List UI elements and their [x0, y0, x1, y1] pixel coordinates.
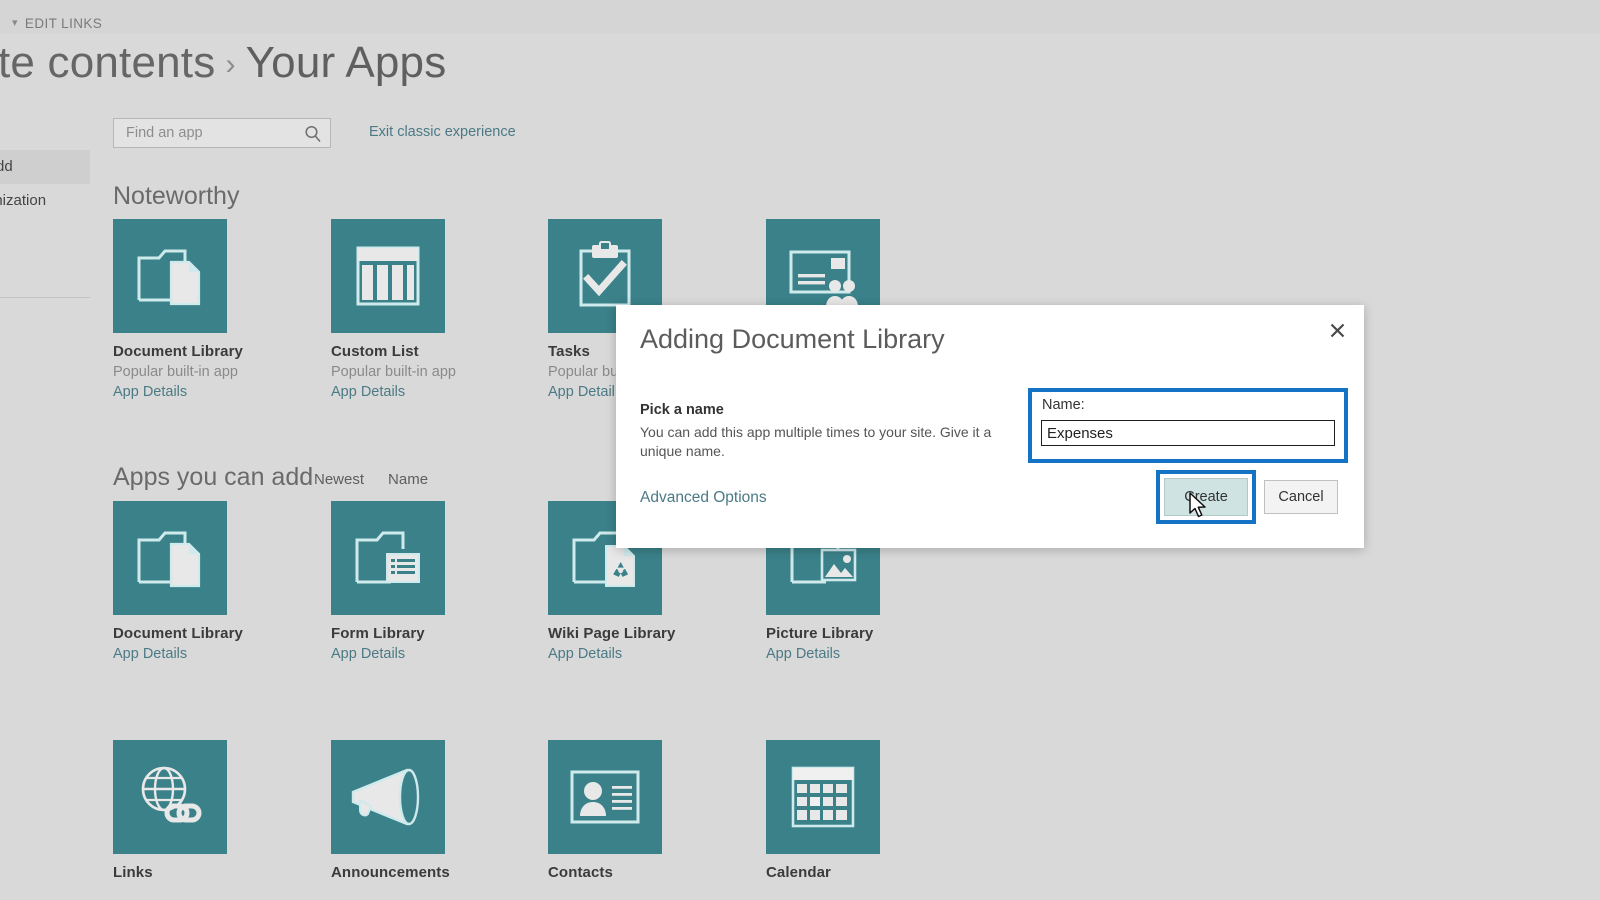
table-columns-icon: [331, 219, 445, 333]
app-tile-document-library-add[interactable]: Document Library App Details: [113, 501, 343, 662]
app-tile-contacts[interactable]: Contacts: [548, 740, 778, 881]
close-icon[interactable]: [1324, 317, 1350, 343]
breadcrumb-parent[interactable]: ite contents: [0, 38, 215, 87]
cancel-button[interactable]: Cancel: [1264, 480, 1338, 514]
edit-links-button[interactable]: ▾ EDIT LINKS: [12, 16, 102, 31]
edit-links-label: EDIT LINKS: [24, 16, 103, 31]
sidebar-item-from-your-organization[interactable]: anization: [0, 184, 90, 218]
pick-a-name-description: You can add this app multiple times to y…: [640, 424, 992, 459]
app-tile-title: Links: [113, 864, 153, 881]
app-tile-title: Wiki Page Library: [548, 625, 676, 642]
advanced-options-link[interactable]: Advanced Options: [640, 489, 767, 507]
app-tile-title: Contacts: [548, 864, 613, 881]
app-tile-title: Form Library: [331, 625, 425, 642]
dialog-title: Adding Document Library: [640, 324, 945, 354]
app-tile-calendar[interactable]: Calendar: [766, 740, 996, 881]
contact-card-icon: [548, 740, 662, 854]
app-tile-title: Custom List: [331, 343, 419, 360]
breadcrumb-separator-icon: ›: [225, 48, 236, 81]
sidebar-divider: [0, 297, 90, 298]
calendar-grid-icon: [766, 740, 880, 854]
app-tile-title: Announcements: [331, 864, 450, 881]
app-tile-form-library[interactable]: Form Library App Details: [331, 501, 561, 662]
app-tile-custom-list[interactable]: Custom List Popular built-in app App Det…: [331, 219, 561, 400]
app-tile-announcements[interactable]: Announcements: [331, 740, 561, 881]
app-details-link[interactable]: App Details: [113, 384, 343, 400]
sort-newest-link[interactable]: Newest: [314, 471, 364, 488]
app-tile-subtitle: Popular built-in app: [113, 364, 238, 380]
breadcrumb: ite contents › Your Apps: [0, 38, 446, 88]
app-tile-document-library[interactable]: Document Library Popular built-in app Ap…: [113, 219, 343, 400]
section-heading-noteworthy: Noteworthy: [113, 182, 240, 210]
name-label: Name:: [1042, 397, 1085, 413]
sort-name-link[interactable]: Name: [388, 471, 428, 488]
sidebar-item-add[interactable]: Add: [0, 150, 90, 184]
pick-a-name-heading: Pick a name: [640, 402, 724, 418]
app-tile-subtitle: Popular built-in app: [331, 364, 456, 380]
section-heading-apps-you-can-add: Apps you can add: [113, 463, 314, 491]
cancel-button-label: Cancel: [1278, 489, 1324, 505]
chevron-down-icon: ▾: [12, 17, 18, 29]
left-navigation: Add anization: [0, 150, 90, 218]
app-details-link[interactable]: App Details: [548, 646, 778, 662]
app-tile-links[interactable]: Links: [113, 740, 343, 881]
suite-top-bar: [0, 0, 1600, 34]
app-details-link[interactable]: App Details: [766, 646, 996, 662]
search-box[interactable]: [113, 118, 331, 148]
app-details-link[interactable]: App Details: [331, 384, 561, 400]
app-details-link[interactable]: App Details: [331, 646, 561, 662]
create-button[interactable]: Create: [1164, 478, 1248, 516]
name-input[interactable]: [1041, 420, 1335, 446]
search-input[interactable]: [124, 119, 299, 147]
page-title: Your Apps: [245, 38, 447, 87]
app-details-link[interactable]: App Details: [113, 646, 343, 662]
folder-document-icon: [113, 219, 227, 333]
app-tile-title: Document Library: [113, 343, 243, 360]
name-field-group: Name:: [1036, 396, 1340, 455]
sidebar-item-label: Add: [0, 158, 13, 175]
search-icon[interactable]: [303, 124, 323, 144]
sidebar-item-label: anization: [0, 192, 47, 209]
app-tile-title: Document Library: [113, 625, 243, 642]
folder-form-icon: [331, 501, 445, 615]
exit-classic-experience-link[interactable]: Exit classic experience: [369, 124, 516, 140]
globe-link-icon: [113, 740, 227, 854]
megaphone-icon: [331, 740, 445, 854]
folder-document-icon: [113, 501, 227, 615]
sort-controls: Newest Name: [314, 471, 452, 488]
create-button-label: Create: [1184, 489, 1228, 505]
app-tile-title: Calendar: [766, 864, 831, 881]
app-tile-title: Picture Library: [766, 625, 874, 642]
